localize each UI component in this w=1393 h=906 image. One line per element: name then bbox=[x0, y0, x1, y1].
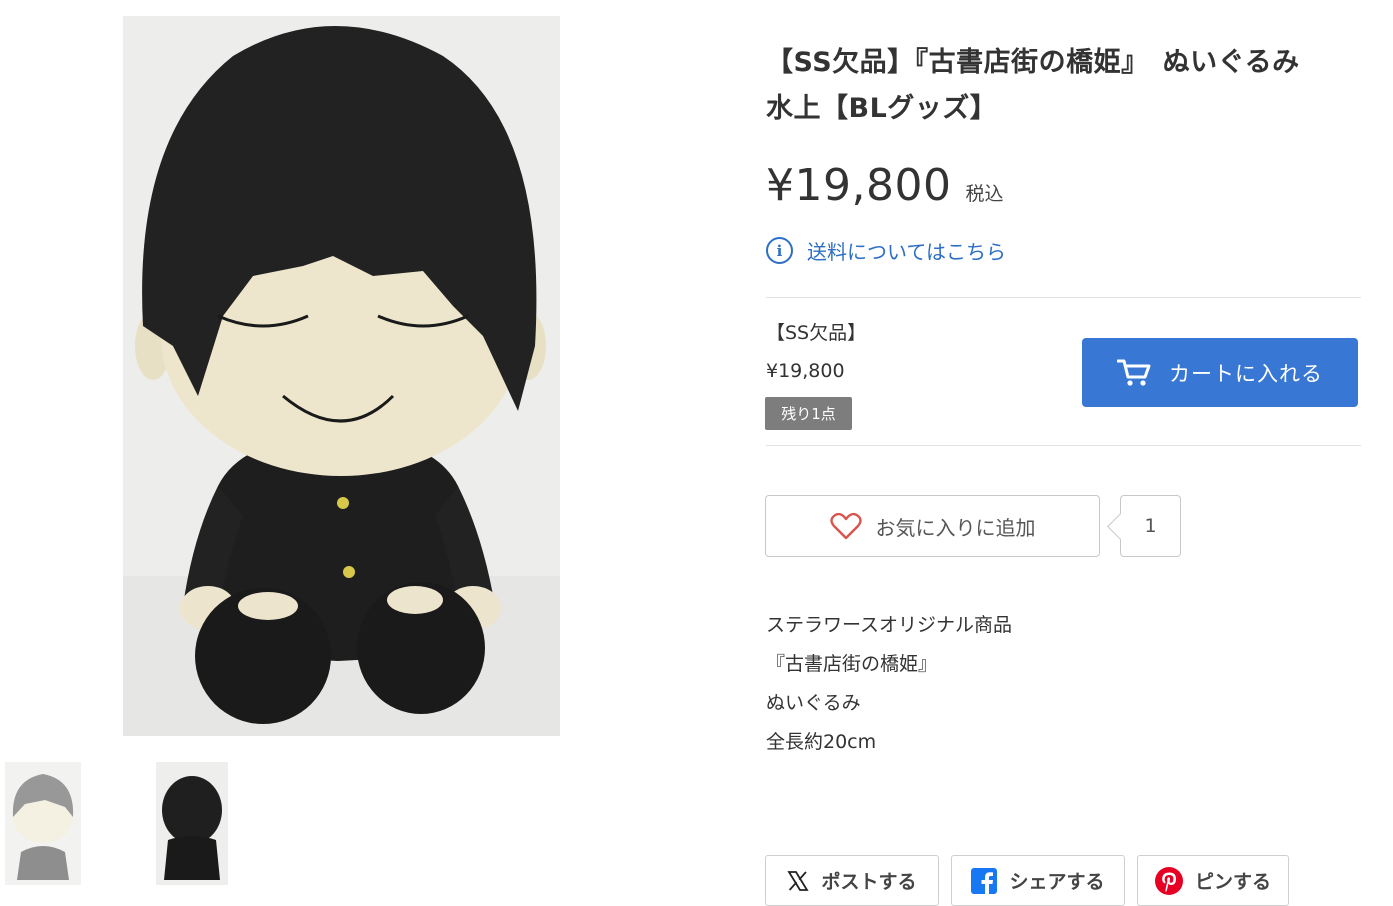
share-facebook-button[interactable]: シェアする bbox=[951, 855, 1125, 906]
share-pinterest-label: ピンする bbox=[1194, 871, 1271, 893]
add-to-favorites-button[interactable]: お気に入りに追加 bbox=[765, 495, 1100, 557]
share-pinterest-button[interactable]: ピンする bbox=[1137, 855, 1289, 906]
add-to-cart-button[interactable]: カートに入れる bbox=[1082, 338, 1358, 407]
heart-icon bbox=[829, 512, 862, 540]
description-line: 全長約20cm bbox=[766, 731, 877, 753]
cart-icon bbox=[1117, 359, 1151, 386]
thumbnail-front[interactable] bbox=[5, 762, 81, 885]
divider bbox=[766, 297, 1361, 298]
product-title: 【SS欠品】『古書店街の橋姫』 ぬいぐるみ 水上【BLグッズ】 bbox=[766, 47, 1328, 124]
thumbnail-back-photo bbox=[156, 762, 228, 885]
plush-photo bbox=[123, 16, 560, 736]
variant-name: 【SS欠品】 bbox=[766, 322, 867, 344]
add-to-cart-label: カートに入れる bbox=[1169, 361, 1323, 386]
price-row: ¥19,800 税込 bbox=[766, 160, 1003, 211]
x-logo-icon bbox=[787, 870, 810, 891]
thumbnail-back[interactable] bbox=[156, 762, 228, 885]
divider bbox=[766, 445, 1361, 446]
main-product-image bbox=[123, 16, 560, 736]
description-line: ステラワースオリジナル商品 bbox=[766, 614, 1013, 636]
stock-badge: 残り1点 bbox=[765, 397, 852, 430]
share-x-button[interactable]: ポストする bbox=[765, 855, 939, 906]
variant-price: ¥19,800 bbox=[766, 360, 845, 382]
product-description: ステラワースオリジナル商品 『古書店街の橋姫』 ぬいぐるみ 全長約20cm bbox=[766, 606, 1012, 762]
description-line: ぬいぐるみ bbox=[766, 692, 861, 714]
shipping-info-link[interactable]: i 送料についてはこちら bbox=[766, 236, 1006, 265]
favorites-count-value: 1 bbox=[1144, 515, 1157, 537]
description-line: 『古書店街の橋姫』 bbox=[766, 653, 938, 675]
shipping-link-label: 送料についてはこちら bbox=[807, 240, 1006, 264]
info-icon: i bbox=[766, 237, 793, 264]
share-x-label: ポストする bbox=[821, 871, 917, 893]
product-price: ¥19,800 bbox=[766, 160, 952, 211]
favorites-count: 1 bbox=[1120, 495, 1181, 557]
add-to-favorites-label: お気に入りに追加 bbox=[875, 515, 1036, 540]
thumbnail-front-photo bbox=[5, 762, 81, 885]
pinterest-icon bbox=[1154, 866, 1183, 895]
share-facebook-label: シェアする bbox=[1009, 871, 1105, 893]
facebook-icon bbox=[971, 867, 998, 894]
tax-label: 税込 bbox=[965, 183, 1004, 205]
